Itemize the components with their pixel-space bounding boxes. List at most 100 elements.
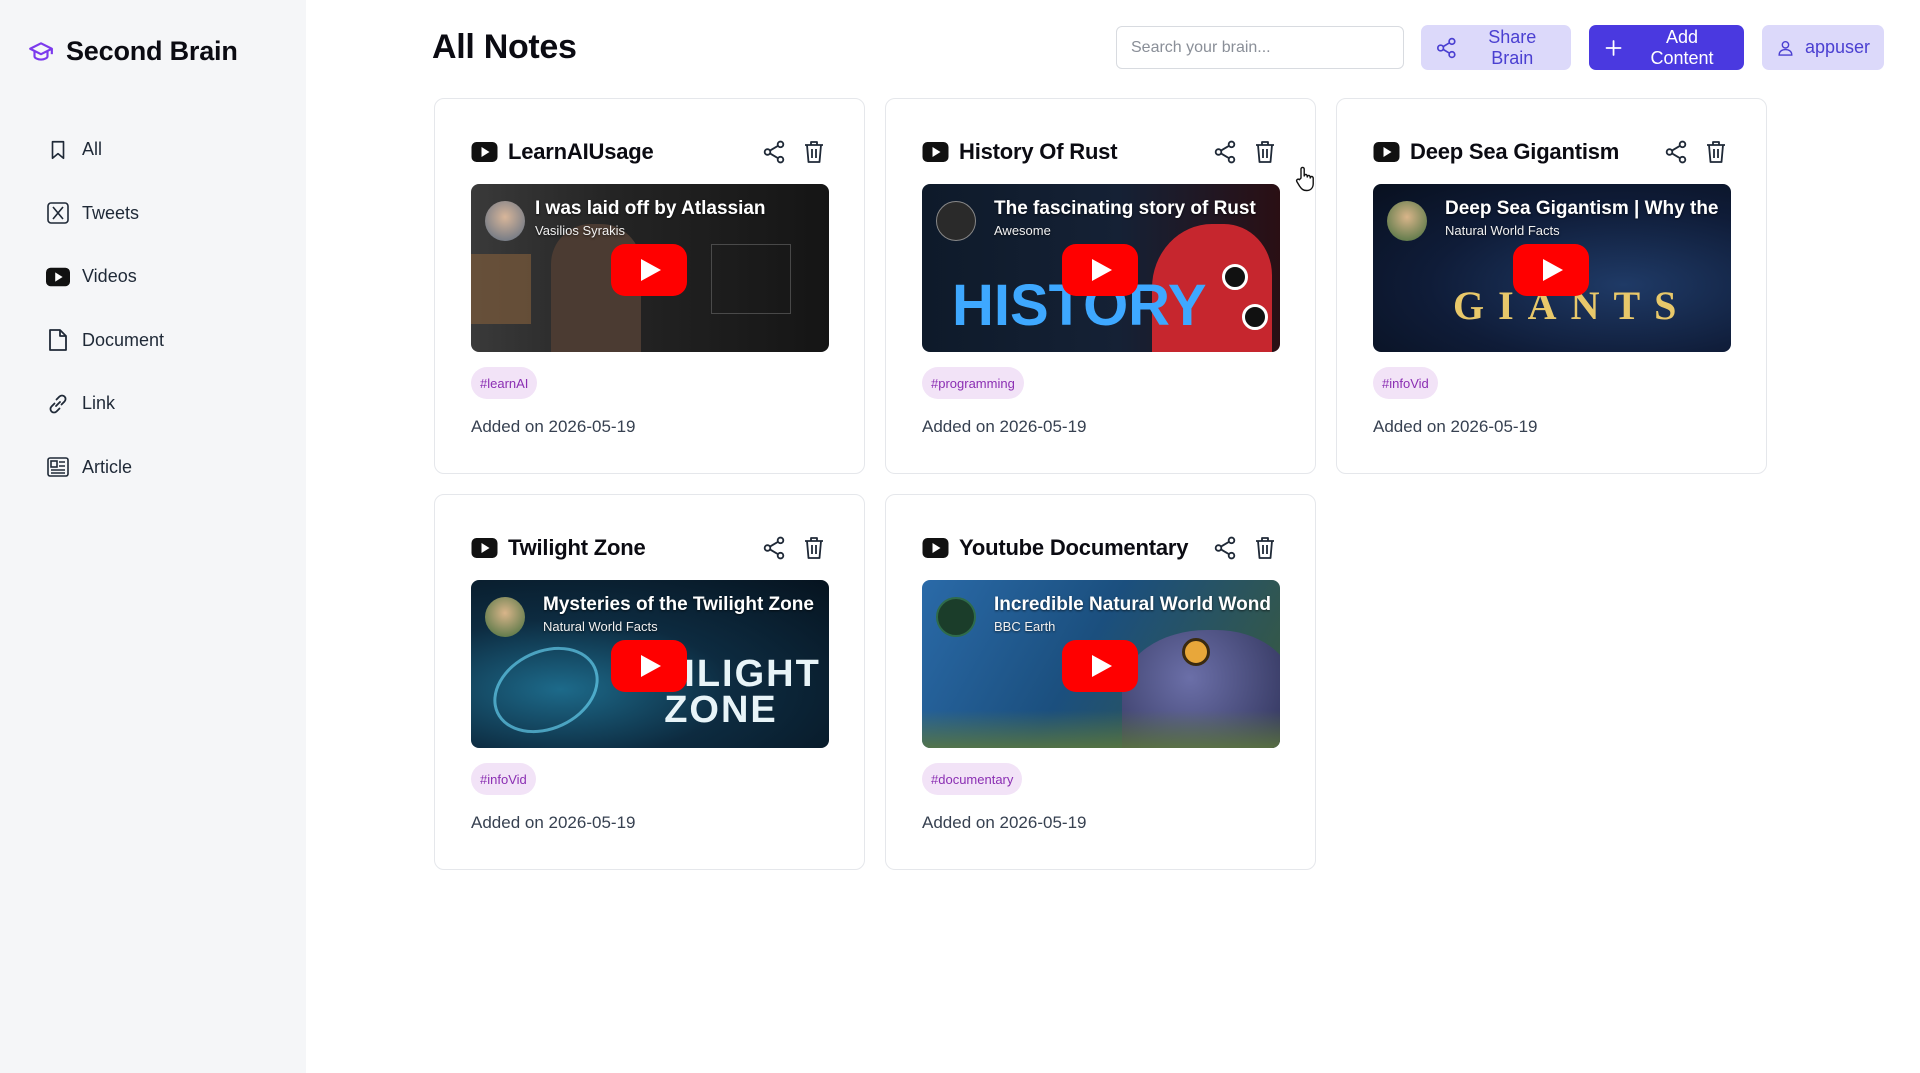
share-icon bbox=[1214, 536, 1236, 560]
share-note-button[interactable] bbox=[760, 534, 788, 562]
graduation-cap-icon bbox=[29, 41, 53, 61]
video-thumbnail[interactable]: TWILIGHT ZONE Mysteries of the Twilight … bbox=[471, 580, 829, 748]
delete-note-button[interactable] bbox=[1702, 138, 1730, 166]
note-added-date: Added on 2026-05-19 bbox=[922, 417, 1087, 436]
share-note-button[interactable] bbox=[1211, 138, 1239, 166]
user-menu-button[interactable]: appuser bbox=[1762, 25, 1884, 70]
note-title: LearnAIUsage bbox=[508, 139, 654, 164]
note-tag[interactable]: #infoVid bbox=[1373, 367, 1438, 399]
hand-cursor-icon bbox=[1295, 166, 1314, 192]
note-added-date: Added on 2026-05-19 bbox=[471, 813, 636, 832]
note-title: Youtube Documentary bbox=[959, 535, 1189, 560]
sidebar-item-label: Article bbox=[82, 456, 133, 477]
video-channel: Awesome bbox=[994, 223, 1051, 238]
video-thumbnail[interactable]: Incredible Natural World Wonders BBC Ear… bbox=[922, 580, 1280, 748]
share-icon bbox=[763, 140, 785, 164]
delete-note-button[interactable] bbox=[1251, 138, 1279, 166]
play-icon bbox=[1062, 640, 1138, 692]
user-icon bbox=[1778, 40, 1793, 56]
search-input[interactable] bbox=[1116, 26, 1404, 69]
play-icon bbox=[611, 640, 687, 692]
share-icon bbox=[1665, 140, 1687, 164]
channel-avatar bbox=[936, 597, 976, 637]
video-thumbnail[interactable]: HISTORY The fascinating story of Rust Aw… bbox=[922, 184, 1280, 352]
x-logo-icon bbox=[46, 201, 70, 225]
youtube-icon bbox=[471, 142, 498, 162]
video-channel: Vasilios Syrakis bbox=[535, 223, 626, 238]
sidebar-item-label: Document bbox=[82, 329, 165, 350]
share-brain-button[interactable]: Share Brain bbox=[1421, 25, 1571, 70]
page-title: All Notes bbox=[432, 28, 577, 66]
add-content-button[interactable]: Add Content bbox=[1589, 25, 1744, 70]
sidebar-item-label: Videos bbox=[82, 266, 137, 287]
bookmark-icon bbox=[46, 138, 70, 162]
delete-note-button[interactable] bbox=[1251, 534, 1279, 562]
delete-note-button[interactable] bbox=[800, 534, 828, 562]
video-thumbnail[interactable]: I was laid off by Atlassian Vasilios Syr… bbox=[471, 184, 829, 352]
video-title: Incredible Natural World Wonders bbox=[994, 594, 1270, 615]
delete-note-button[interactable] bbox=[800, 138, 828, 166]
youtube-icon bbox=[922, 142, 949, 162]
note-tag[interactable]: #learnAI bbox=[471, 367, 538, 399]
video-channel: BBC Earth bbox=[994, 619, 1056, 634]
link-icon bbox=[46, 392, 70, 416]
brand-name: Second Brain bbox=[66, 36, 238, 66]
sidebar-item-article[interactable]: Article bbox=[46, 436, 164, 500]
trash-icon bbox=[1256, 141, 1274, 163]
note-tag[interactable]: #documentary bbox=[922, 763, 1023, 795]
video-title: Deep Sea Gigantism | Why the bbox=[1445, 198, 1719, 219]
share-note-button[interactable] bbox=[1662, 138, 1690, 166]
add-content-label: Add Content bbox=[1650, 26, 1714, 68]
note-card: Youtube Documentary Incredible Natural W… bbox=[885, 494, 1316, 870]
trash-icon bbox=[805, 141, 823, 163]
share-icon bbox=[1214, 140, 1236, 164]
share-note-button[interactable] bbox=[760, 138, 788, 166]
play-icon bbox=[1062, 244, 1138, 296]
note-title: History Of Rust bbox=[959, 139, 1118, 164]
share-icon bbox=[763, 536, 785, 560]
share-icon bbox=[1436, 37, 1456, 58]
note-card: Twilight Zone TWILIGHT ZONE Mysteries of… bbox=[434, 494, 865, 870]
newspaper-icon bbox=[46, 455, 70, 479]
youtube-icon bbox=[922, 538, 949, 558]
youtube-icon bbox=[1373, 142, 1400, 162]
plus-icon bbox=[1605, 39, 1622, 56]
note-card: Deep Sea Gigantism GIANTS Deep Sea Gigan… bbox=[1336, 98, 1767, 474]
brand[interactable]: Second Brain bbox=[28, 36, 238, 67]
note-title: Twilight Zone bbox=[508, 535, 646, 560]
sidebar: Second Brain All Tweets Videos Document bbox=[0, 0, 306, 1073]
note-added-date: Added on 2026-05-19 bbox=[471, 417, 636, 436]
share-brain-label: Share Brain bbox=[1488, 26, 1537, 68]
channel-avatar bbox=[485, 597, 525, 637]
note-title: Deep Sea Gigantism bbox=[1410, 139, 1620, 164]
play-icon bbox=[611, 244, 687, 296]
youtube-icon bbox=[46, 265, 70, 289]
trash-icon bbox=[805, 537, 823, 559]
trash-icon bbox=[1707, 141, 1725, 163]
sidebar-nav: All Tweets Videos Document Link Article bbox=[46, 118, 164, 499]
sidebar-item-document[interactable]: Document bbox=[46, 309, 164, 373]
sidebar-item-all[interactable]: All bbox=[46, 118, 164, 182]
video-channel: Natural World Facts bbox=[543, 619, 658, 634]
sidebar-item-tweets[interactable]: Tweets bbox=[46, 182, 164, 246]
sidebar-item-label: Tweets bbox=[82, 202, 140, 223]
video-thumbnail[interactable]: GIANTS Deep Sea Gigantism | Why the Natu… bbox=[1373, 184, 1731, 352]
youtube-icon bbox=[471, 538, 498, 558]
channel-avatar bbox=[485, 201, 525, 241]
sidebar-item-label: Link bbox=[82, 393, 116, 414]
video-title: The fascinating story of Rust bbox=[994, 198, 1256, 219]
note-added-date: Added on 2026-05-19 bbox=[922, 813, 1087, 832]
note-tag[interactable]: #infoVid bbox=[471, 763, 536, 795]
note-tag[interactable]: #programming bbox=[922, 367, 1024, 399]
trash-icon bbox=[1256, 537, 1274, 559]
sidebar-item-videos[interactable]: Videos bbox=[46, 245, 164, 309]
user-name: appuser bbox=[1804, 37, 1870, 57]
channel-avatar bbox=[1387, 201, 1427, 241]
share-note-button[interactable] bbox=[1211, 534, 1239, 562]
video-title: I was laid off by Atlassian bbox=[535, 198, 766, 219]
note-card: LearnAIUsage I was laid off by Atlassian… bbox=[434, 98, 865, 474]
note-card: History Of Rust HISTORY The fascinating … bbox=[885, 98, 1316, 474]
note-added-date: Added on 2026-05-19 bbox=[1373, 417, 1538, 436]
sidebar-item-link[interactable]: Link bbox=[46, 372, 164, 436]
play-icon bbox=[1513, 244, 1589, 296]
